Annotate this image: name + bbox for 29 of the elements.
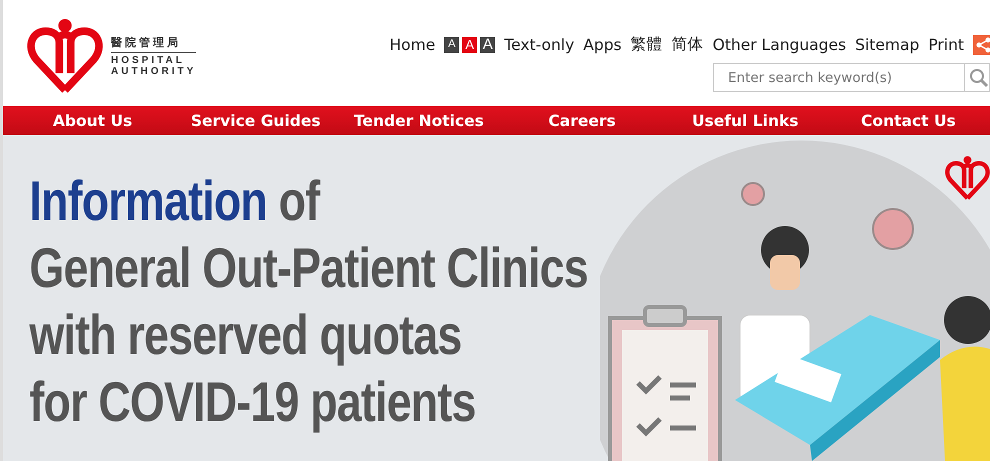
banner-headline: General Out-Patient Clinics bbox=[29, 235, 589, 301]
logo-icon bbox=[947, 156, 988, 198]
banner-headline: with reserved quotas bbox=[29, 302, 463, 368]
logo-chinese-name: 醫院管理局 bbox=[111, 35, 196, 53]
top-link[interactable]: Apps bbox=[583, 36, 622, 54]
nav-link[interactable]: Careers bbox=[500, 106, 664, 135]
font-size-button[interactable]: A bbox=[480, 36, 496, 52]
logo-text: HOSPITAL bbox=[111, 55, 186, 66]
top-link[interactable]: 简体 bbox=[672, 34, 704, 55]
nav-link[interactable]: Service Guides bbox=[174, 106, 338, 135]
font-size-button[interactable]: A bbox=[444, 36, 460, 52]
logo-icon bbox=[25, 18, 105, 94]
banner-headline: Information of bbox=[29, 168, 322, 234]
top-link[interactable]: Sitemap bbox=[855, 36, 920, 54]
nav-link[interactable]: Tender Notices bbox=[337, 106, 500, 135]
font-size-button[interactable]: A bbox=[462, 36, 478, 52]
top-link[interactable]: Text-only bbox=[504, 36, 574, 54]
logo-text: AUTHORITY bbox=[111, 66, 196, 77]
search-icon bbox=[969, 68, 989, 88]
banner-headline: for COVID-19 patients bbox=[29, 369, 477, 435]
nav-link[interactable]: Contact Us bbox=[826, 106, 990, 135]
nav-link[interactable]: Useful Links bbox=[664, 106, 827, 135]
top-link[interactable]: Print bbox=[928, 36, 964, 54]
search-field[interactable]: Enter search keyword(s) bbox=[713, 63, 965, 92]
home-link[interactable]: Home bbox=[389, 36, 436, 54]
nav-link[interactable]: About Us bbox=[11, 106, 174, 135]
top-link[interactable]: 繁體 bbox=[630, 34, 663, 55]
search-button[interactable] bbox=[965, 63, 990, 92]
top-link[interactable]: Other Languages bbox=[712, 36, 846, 54]
